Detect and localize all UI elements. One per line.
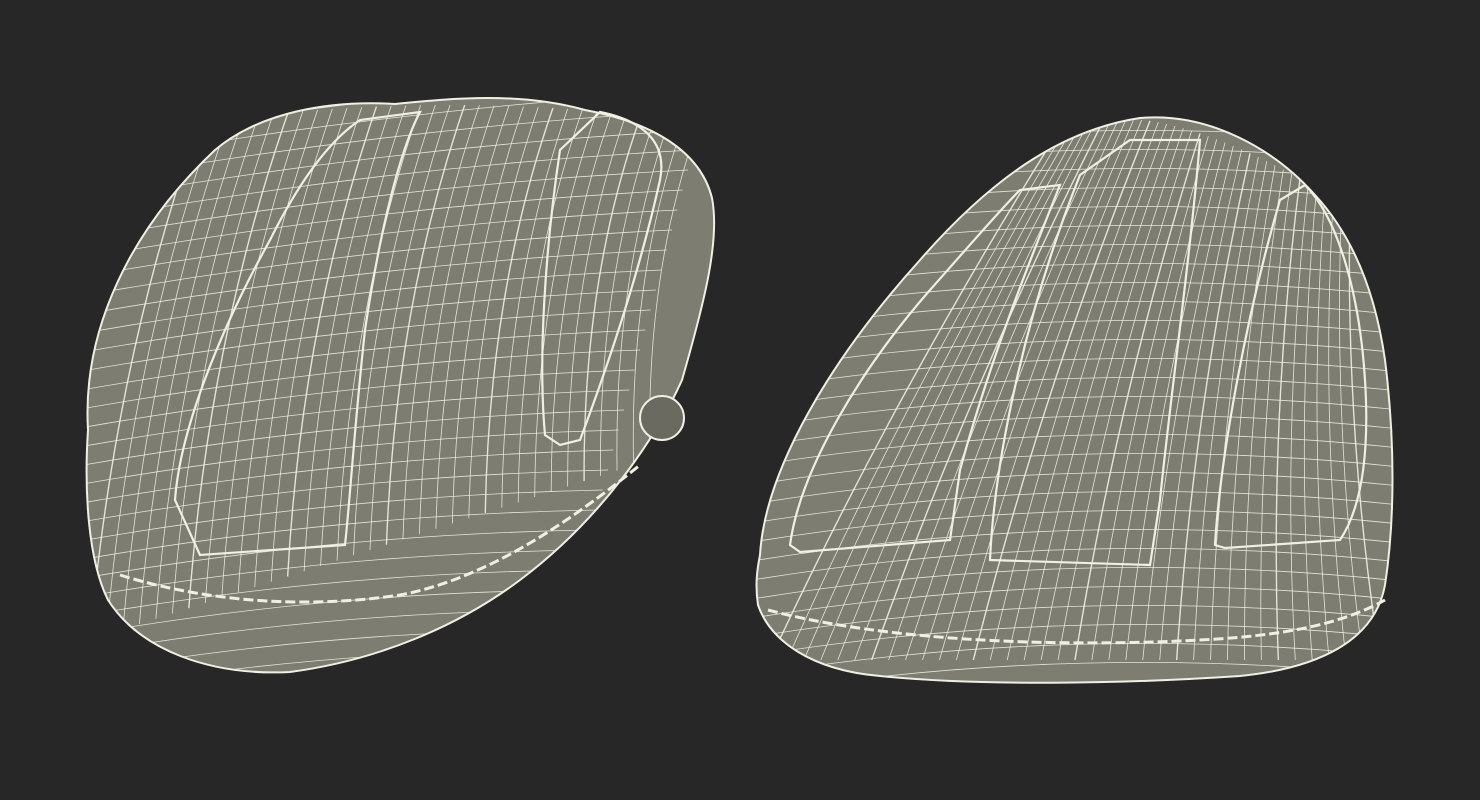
wireframe-case-right [755,116,1394,684]
wireframe-render [85,97,1394,684]
zipper-pull-left [639,395,685,441]
render-viewport [0,0,1480,800]
wireframe-case-left [85,97,716,674]
mesh-line [756,680,1393,683]
